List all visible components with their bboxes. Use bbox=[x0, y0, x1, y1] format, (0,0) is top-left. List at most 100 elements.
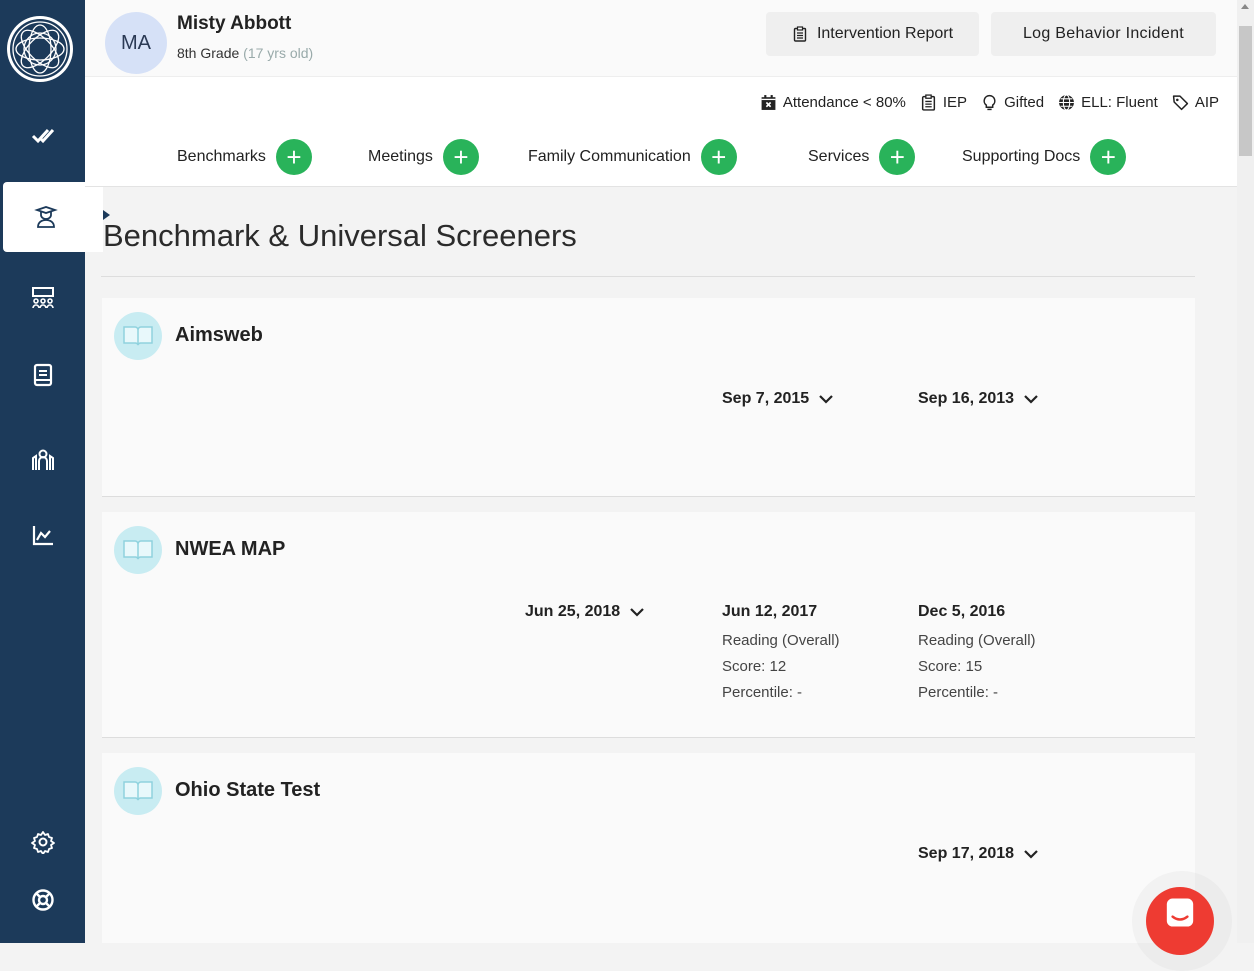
calendar-x-icon bbox=[761, 95, 776, 110]
student-icon bbox=[33, 206, 58, 228]
clipboard-icon bbox=[921, 94, 935, 111]
logo-icon[interactable] bbox=[5, 14, 75, 84]
chat-launcher-button[interactable] bbox=[1146, 887, 1214, 955]
log-behavior-incident-button[interactable]: Log Behavior Incident bbox=[991, 12, 1216, 56]
add-benchmarks-label: Benchmarks bbox=[177, 148, 266, 165]
add-services[interactable]: Services + bbox=[808, 139, 916, 175]
sidebar-item-analytics[interactable] bbox=[0, 505, 85, 565]
screener-date-column: Dec 5, 2016 Reading (Overall) Score: 15 … bbox=[918, 601, 1036, 706]
student-grade: 8th Grade (17 yrs old) bbox=[177, 45, 313, 61]
tag-ell: ELL: Fluent bbox=[1058, 94, 1158, 111]
double-check-icon bbox=[31, 128, 54, 144]
score-value: Score: 12 bbox=[722, 658, 787, 675]
student-name[interactable]: Misty Abbott bbox=[177, 13, 291, 35]
globe-icon bbox=[1059, 94, 1075, 111]
date-label: Jun 12, 2017 bbox=[722, 603, 818, 620]
book-open-icon bbox=[114, 312, 162, 360]
score-details: Reading (Overall) Score: 12 Percentile: … bbox=[722, 628, 840, 706]
book-open-icon bbox=[114, 526, 162, 574]
chevron-down-icon bbox=[1024, 850, 1038, 859]
date-toggle[interactable]: Sep 16, 2013 bbox=[918, 388, 1039, 410]
chevron-down-icon bbox=[630, 608, 644, 617]
plus-icon[interactable]: + bbox=[700, 139, 737, 175]
page-title: Benchmark & Universal Screeners bbox=[103, 218, 577, 253]
add-family-communication-label: Family Communication bbox=[528, 148, 691, 165]
sidebar-item-tasks[interactable] bbox=[0, 105, 85, 165]
sidebar-item-classroom[interactable] bbox=[0, 268, 85, 328]
screener-title: Ohio State Test bbox=[175, 779, 321, 801]
sidebar-item-resources[interactable] bbox=[0, 345, 85, 405]
date-toggle[interactable]: Sep 17, 2018 bbox=[918, 843, 1039, 865]
avatar: MA bbox=[105, 12, 167, 74]
scrollbar[interactable] bbox=[1237, 0, 1254, 943]
settings-icon bbox=[30, 831, 55, 854]
score-value: Score: 15 bbox=[918, 658, 983, 675]
date-toggle[interactable]: Jun 25, 2018 bbox=[525, 601, 645, 623]
date-label: Dec 5, 2016 bbox=[918, 603, 1006, 620]
school-icon bbox=[31, 449, 54, 470]
intervention-report-button[interactable]: Intervention Report bbox=[766, 12, 979, 56]
add-meetings-label: Meetings bbox=[368, 148, 433, 165]
scroll-thumb[interactable] bbox=[1239, 26, 1252, 156]
tag-ell-label: ELL: Fluent bbox=[1081, 94, 1158, 111]
scroll-up-arrow-icon[interactable] bbox=[1241, 4, 1249, 9]
date-label: Sep 17, 2018 bbox=[918, 845, 1015, 862]
plus-icon[interactable]: + bbox=[442, 139, 479, 175]
add-services-label: Services bbox=[808, 148, 870, 165]
tag-aip: AIP bbox=[1172, 94, 1219, 111]
intervention-report-label: Intervention Report bbox=[816, 25, 954, 42]
date-label: Jun 25, 2018 bbox=[525, 603, 621, 620]
lifebuoy-icon bbox=[31, 889, 54, 911]
clipboard-icon bbox=[793, 26, 807, 42]
add-benchmarks[interactable]: Benchmarks + bbox=[177, 139, 312, 175]
screener-date-column: Sep 16, 2013 bbox=[918, 388, 1039, 410]
lightbulb-icon bbox=[983, 94, 996, 111]
date-label: Sep 16, 2013 bbox=[918, 390, 1015, 407]
student-header: MA Misty Abbott 8th Grade (17 yrs old) I… bbox=[85, 0, 1237, 187]
add-sections: Benchmarks + Meetings + Family Communica… bbox=[177, 139, 1177, 175]
screener-card-nwea-map: NWEA MAP Jun 25, 2018 Jun 12, 2017 Readi… bbox=[102, 512, 1195, 738]
classroom-icon bbox=[31, 287, 54, 309]
add-meetings[interactable]: Meetings + bbox=[368, 139, 479, 175]
tag-icon bbox=[1172, 95, 1188, 111]
plus-icon[interactable]: + bbox=[275, 139, 312, 175]
percentile-value: Percentile: - bbox=[918, 684, 999, 701]
student-age: (17 yrs old) bbox=[243, 45, 314, 61]
subject-label: Reading (Overall) bbox=[722, 632, 840, 649]
plus-icon[interactable]: + bbox=[879, 139, 916, 175]
sidebar-item-settings[interactable] bbox=[0, 812, 85, 872]
screener-title: Aimsweb bbox=[175, 324, 263, 346]
student-header-top: MA Misty Abbott 8th Grade (17 yrs old) I… bbox=[85, 0, 1237, 77]
tag-gifted-label: Gifted bbox=[1004, 94, 1045, 111]
tag-iep: IEP bbox=[920, 94, 967, 111]
tag-attendance: Attendance < 80% bbox=[760, 94, 906, 111]
tag-gifted: Gifted bbox=[981, 94, 1044, 111]
sidebar-item-students[interactable] bbox=[3, 182, 110, 252]
book-icon bbox=[33, 363, 52, 387]
screener-date-column: Jun 25, 2018 bbox=[525, 601, 645, 623]
chart-icon bbox=[32, 526, 53, 546]
add-family-communication[interactable]: Family Communication + bbox=[528, 139, 737, 175]
percentile-value: Percentile: - bbox=[722, 684, 803, 701]
sidebar-item-school[interactable] bbox=[0, 430, 85, 490]
screener-card-ohio-state-test: Ohio State Test Sep 17, 2018 bbox=[102, 753, 1195, 943]
plus-icon[interactable]: + bbox=[1090, 139, 1127, 175]
student-tags: Attendance < 80% IEP Gifted ELL: Fluent … bbox=[746, 94, 1219, 111]
score-details: Reading (Overall) Score: 15 Percentile: … bbox=[918, 628, 1036, 706]
tag-iep-label: IEP bbox=[942, 94, 968, 111]
sidebar bbox=[0, 0, 110, 943]
sidebar-item-help[interactable] bbox=[0, 870, 85, 930]
date-heading: Jun 12, 2017 bbox=[722, 601, 840, 623]
screener-card-aimsweb: Aimsweb Sep 7, 2015 Sep 16, 2013 bbox=[102, 298, 1195, 497]
screener-title: NWEA MAP bbox=[175, 538, 286, 560]
divider bbox=[101, 276, 1195, 277]
add-supporting-docs[interactable]: Supporting Docs + bbox=[962, 139, 1127, 175]
grade-text: 8th Grade bbox=[177, 45, 240, 61]
screener-date-column: Jun 12, 2017 Reading (Overall) Score: 12… bbox=[722, 601, 840, 706]
screener-date-column: Sep 7, 2015 bbox=[722, 388, 834, 410]
date-toggle[interactable]: Sep 7, 2015 bbox=[722, 388, 834, 410]
date-heading: Dec 5, 2016 bbox=[918, 601, 1036, 623]
chevron-down-icon bbox=[1024, 395, 1038, 404]
date-label: Sep 7, 2015 bbox=[722, 390, 810, 407]
screener-date-column: Sep 17, 2018 bbox=[918, 843, 1039, 865]
